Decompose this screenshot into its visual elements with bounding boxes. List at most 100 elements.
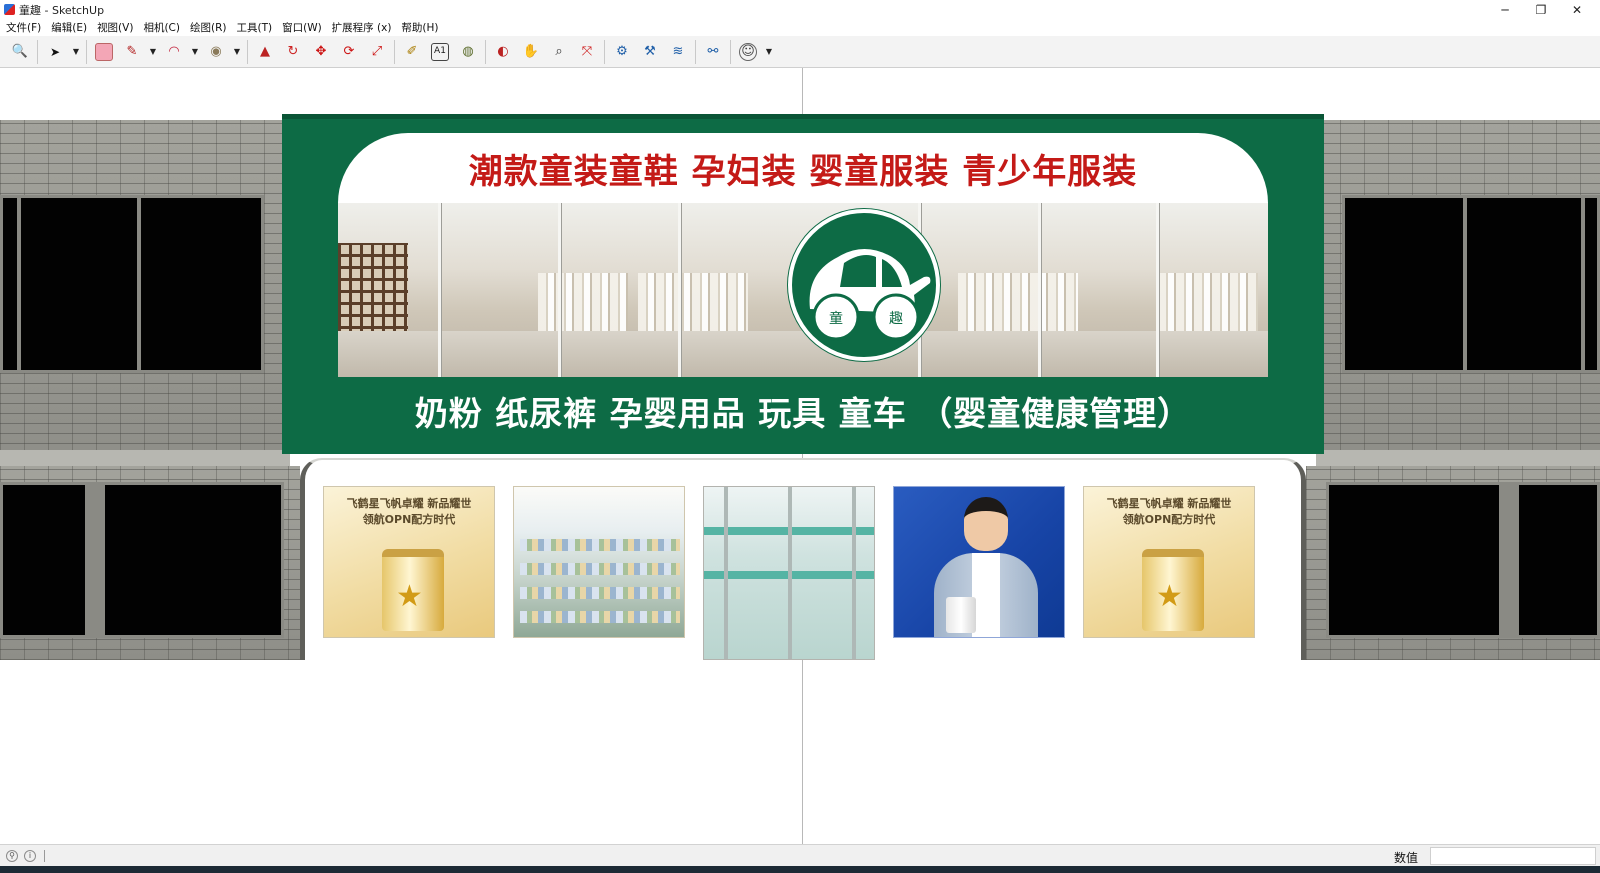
zoom-icon: ⌕ xyxy=(555,44,563,59)
sign-arch-banner: 潮款童装童鞋 孕妇装 婴童服装 青少年服装 xyxy=(338,133,1268,203)
toolbar-separator xyxy=(37,39,38,64)
follow-me-button[interactable]: ↻ xyxy=(279,38,307,66)
zoom-window-button[interactable]: ⤧ xyxy=(573,38,601,66)
logo-char-1: 童 xyxy=(829,310,843,327)
shelf-row xyxy=(520,563,680,575)
chevron-down-icon: ▼ xyxy=(72,47,80,56)
menu-file[interactable]: 文件(F) xyxy=(6,20,41,35)
window-right-lower xyxy=(1326,482,1600,638)
toolbar-separator xyxy=(394,39,395,64)
door-frame xyxy=(852,487,856,659)
glass-mullion xyxy=(438,203,441,377)
menu-window[interactable]: 窗口(W) xyxy=(282,20,322,35)
measurements-label: 数值 xyxy=(1394,851,1419,865)
person-shirt xyxy=(972,553,1000,637)
menu-tools[interactable]: 工具(T) xyxy=(236,20,272,35)
status-bar: ⚲ i 数值 xyxy=(0,844,1600,866)
model-viewport[interactable]: 潮款童装童鞋 孕妇装 婴童服装 青少年服装 童 趣 奶粉 纸尿裤 孕婴用品 玩具… xyxy=(0,68,1600,844)
zoom-window-icon: ⤧ xyxy=(581,44,593,59)
window-mullion xyxy=(1499,485,1519,635)
follow-me-icon: ↻ xyxy=(287,44,299,59)
toolbar-separator xyxy=(247,39,248,64)
close-button[interactable]: ✕ xyxy=(1554,0,1600,19)
sign-headline: 潮款童装童鞋 孕妇装 婴童服装 青少年服装 xyxy=(468,151,1138,192)
pan-icon: ✋ xyxy=(522,44,540,59)
menu-draw[interactable]: 绘图(R) xyxy=(190,20,227,35)
rotate-button[interactable]: ⟳ xyxy=(335,38,363,66)
main-toolbar: 🔍 ➤ ▼ ✎ ▼ ◠ ▼ ◉ ▼ ▲ ↻ ✥ ⟳ ⤢ ✐ A1 ◍ ◐ ✋ ⌕… xyxy=(0,36,1600,68)
orbit-icon: ◐ xyxy=(497,44,509,59)
measurements-input[interactable] xyxy=(1430,847,1596,865)
layers-button[interactable]: ≋ xyxy=(664,38,692,66)
move-button[interactable]: ✥ xyxy=(307,38,335,66)
line-button[interactable]: ✎ xyxy=(118,38,146,66)
paint-bucket-button[interactable]: ◍ xyxy=(454,38,482,66)
scale-icon: ⤢ xyxy=(371,44,383,59)
sketchup-app-icon xyxy=(4,4,15,15)
window-right-upper xyxy=(1342,195,1600,373)
menu-help[interactable]: 帮助(H) xyxy=(401,20,438,35)
select-dropdown[interactable]: ▼ xyxy=(69,38,83,66)
milk-formula-poster: 飞鹤星飞帆卓耀 新品耀世 领航OPN配方时代 ★ xyxy=(1083,486,1255,638)
poster-subline: 领航OPN配方时代 xyxy=(1122,513,1216,526)
door-frame xyxy=(788,487,792,659)
window-mullion xyxy=(1581,198,1585,370)
layers-icon: ≋ xyxy=(672,44,684,59)
eraser-button[interactable] xyxy=(90,38,118,66)
glass-mullion xyxy=(1038,203,1041,377)
toolbar-separator xyxy=(485,39,486,64)
text-button[interactable]: A1 xyxy=(426,38,454,66)
trimble-connect-button[interactable]: ⚯ xyxy=(699,38,727,66)
floor-ledge-right xyxy=(1316,450,1600,466)
geolocation-icon[interactable]: ⚲ xyxy=(6,849,18,862)
warehouse-button[interactable]: ⚙ xyxy=(608,38,636,66)
extension-warehouse-button[interactable]: ⚒ xyxy=(636,38,664,66)
window-mullion xyxy=(85,485,105,635)
text-icon: A1 xyxy=(431,42,449,61)
menu-extensions[interactable]: 扩展程序 (x) xyxy=(332,20,392,35)
rotate-icon: ⟳ xyxy=(343,44,355,59)
orbit-button[interactable]: ◐ xyxy=(489,38,517,66)
zoom-extents-button[interactable]: 🔍 xyxy=(6,38,34,66)
shelf-row xyxy=(520,611,680,623)
star-icon: ★ xyxy=(396,579,423,614)
pan-button[interactable]: ✋ xyxy=(517,38,545,66)
line-dropdown[interactable]: ▼ xyxy=(146,38,160,66)
glass-mullion xyxy=(558,203,561,377)
select-button[interactable]: ➤ xyxy=(41,38,69,66)
window-mullion xyxy=(1463,198,1467,370)
glass-entrance-door[interactable] xyxy=(703,486,875,660)
arc-button[interactable]: ◠ xyxy=(160,38,188,66)
arc-dropdown[interactable]: ▼ xyxy=(188,38,202,66)
shelf-row xyxy=(520,587,680,599)
tape-measure-button[interactable]: ✐ xyxy=(398,38,426,66)
select-icon: ➤ xyxy=(49,44,61,59)
account-dropdown[interactable]: ▼ xyxy=(762,38,776,66)
store-interior-poster xyxy=(513,486,685,638)
shape-button[interactable]: ◉ xyxy=(202,38,230,66)
zoom-button[interactable]: ⌕ xyxy=(545,38,573,66)
line-pencil-icon: ✎ xyxy=(126,44,138,59)
logo-char-2: 趣 xyxy=(889,311,903,327)
paint-bucket-icon: ◍ xyxy=(462,44,474,59)
account-button[interactable]: ☺ xyxy=(734,38,762,66)
menu-edit[interactable]: 编辑(E) xyxy=(51,20,87,35)
menu-bar: 文件(F) 编辑(E) 视图(V) 相机(C) 绘图(R) 工具(T) 窗口(W… xyxy=(0,19,1600,36)
push-pull-button[interactable]: ▲ xyxy=(251,38,279,66)
scale-button[interactable]: ⤢ xyxy=(363,38,391,66)
brand-logo: 童 趣 xyxy=(788,209,940,361)
toolbar-separator xyxy=(86,39,87,64)
poster-subline: 领航OPN配方时代 xyxy=(362,513,456,526)
formula-can-image: ★ xyxy=(1142,549,1204,631)
floor-ledge-left xyxy=(0,450,290,466)
milk-formula-poster: 飞鹤星飞帆卓耀 新品耀世 领航OPN配方时代 ★ xyxy=(323,486,495,638)
tape-measure-icon: ✐ xyxy=(406,44,418,59)
menu-view[interactable]: 视图(V) xyxy=(97,20,133,35)
trimble-connect-icon: ⚯ xyxy=(707,44,719,59)
shape-dropdown[interactable]: ▼ xyxy=(230,38,244,66)
star-icon: ★ xyxy=(1156,579,1183,614)
menu-camera[interactable]: 相机(C) xyxy=(143,20,180,35)
arc-icon: ◠ xyxy=(168,44,180,59)
info-icon[interactable]: i xyxy=(24,849,36,862)
shelf-row xyxy=(520,539,680,551)
